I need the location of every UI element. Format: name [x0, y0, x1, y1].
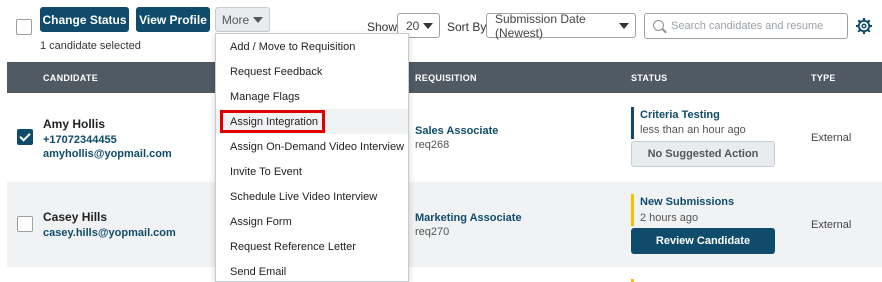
table-row: Amy Hollis +17072344455 amyhollis@yopmai… [7, 93, 882, 182]
sort-by-label: Sort By [447, 20, 487, 34]
column-header-candidate[interactable]: CANDIDATE [43, 73, 98, 83]
review-candidate-button[interactable]: Review Candidate [631, 228, 775, 254]
column-header-requisition[interactable]: REQUISITION [415, 73, 477, 83]
candidate-email[interactable]: casey.hills@yopmail.com [43, 227, 176, 239]
status-indicator [631, 194, 634, 226]
toolbar: Change Status View Profile More 1 candid… [0, 0, 882, 62]
menu-item-assign-on-demand-video-interview[interactable]: Assign On-Demand Video Interview [216, 134, 408, 159]
more-button-label: More [221, 12, 250, 27]
sort-select[interactable]: Submission Date (Newest) [486, 11, 636, 40]
status-time: 2 hours ago [640, 212, 699, 224]
menu-item-add-move-to-requisition[interactable]: Add / Move to Requisition [216, 34, 408, 59]
page-size-value: 20 [406, 18, 420, 33]
view-profile-button[interactable]: View Profile [136, 7, 210, 32]
column-header-status[interactable]: STATUS [631, 73, 667, 83]
selected-count: 1 candidate selected [40, 40, 141, 52]
candidate-type: External [811, 132, 852, 144]
chevron-down-icon [619, 23, 629, 29]
highlight-annotation [220, 110, 325, 133]
menu-item-assign-form[interactable]: Assign Form [216, 209, 408, 234]
more-menu: Add / Move to Requisition Request Feedba… [215, 33, 409, 282]
menu-item-schedule-live-video-interview[interactable]: Schedule Live Video Interview [216, 184, 408, 209]
candidate-name[interactable]: Amy Hollis [43, 117, 105, 131]
candidate-phone[interactable]: +17072344455 [43, 134, 117, 146]
gear-icon[interactable] [855, 17, 873, 35]
chevron-down-icon [253, 16, 264, 23]
menu-item-manage-flags[interactable]: Manage Flags [216, 84, 408, 109]
menu-item-request-reference-letter[interactable]: Request Reference Letter [216, 234, 408, 259]
row-checkbox[interactable] [17, 216, 33, 232]
status-time: less than an hour ago [640, 124, 746, 136]
table-row: Casey Hills casey.hills@yopmail.com Mark… [7, 182, 882, 267]
chevron-down-icon [423, 23, 433, 29]
candidate-type: External [811, 219, 852, 231]
menu-item-send-email[interactable]: Send Email [216, 259, 408, 282]
show-label: Show [367, 20, 398, 34]
more-button[interactable]: More [215, 7, 270, 32]
candidate-email[interactable]: amyhollis@yopmail.com [43, 148, 172, 160]
select-all-checkbox[interactable] [16, 19, 32, 35]
candidate-name[interactable]: Casey Hills [43, 210, 107, 224]
search-icon [653, 20, 664, 31]
column-header-type[interactable]: TYPE [811, 73, 836, 83]
status-name[interactable]: Criteria Testing [640, 109, 720, 121]
requisition-title[interactable]: Marketing Associate [415, 212, 522, 224]
sort-value: Submission Date (Newest) [495, 11, 586, 40]
row-checkbox[interactable] [17, 129, 33, 145]
menu-item-request-feedback[interactable]: Request Feedback [216, 59, 408, 84]
no-suggested-action-button[interactable]: No Suggested Action [631, 141, 775, 167]
status-name[interactable]: New Submissions [640, 196, 734, 208]
table-row [7, 267, 882, 282]
search-placeholder: Search candidates and resume [671, 20, 824, 32]
requisition-title[interactable]: Sales Associate [415, 125, 498, 137]
menu-item-invite-to-event[interactable]: Invite To Event [216, 159, 408, 184]
requisition-id: req270 [415, 226, 450, 238]
change-status-button[interactable]: Change Status [40, 7, 129, 32]
search-input[interactable]: Search candidates and resume [644, 13, 848, 39]
table-header: CANDIDATE REQUISITION STATUS TYPE [7, 62, 882, 93]
requisition-id: req268 [415, 139, 450, 151]
status-indicator [631, 107, 634, 139]
